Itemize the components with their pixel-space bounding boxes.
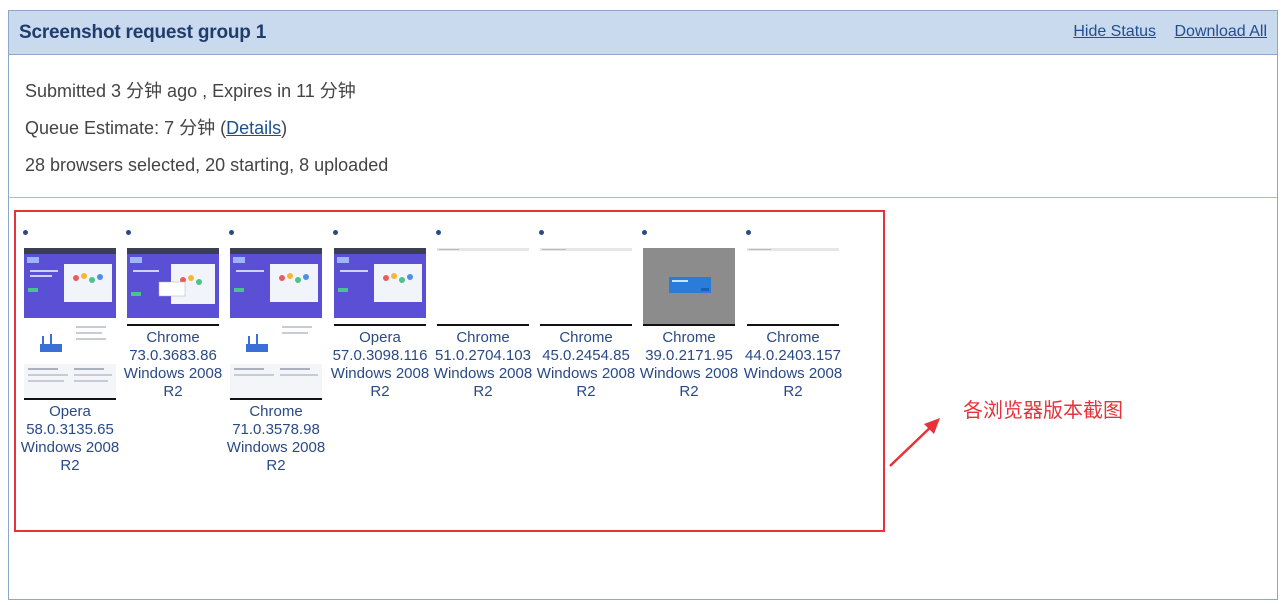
screenshot-label[interactable]: Chrome 45.0.2454.85 Windows 2008 R2 bbox=[534, 329, 638, 401]
group-title: Screenshot request group 1 bbox=[19, 22, 267, 43]
screenshot-thumbnail[interactable] bbox=[643, 248, 735, 326]
status-dot-icon bbox=[23, 230, 28, 235]
screenshot-label[interactable]: Chrome 51.0.2704.103 Windows 2008 R2 bbox=[431, 329, 535, 401]
request-info: Submitted 3 分钟 ago , Expires in 11 分钟 Qu… bbox=[25, 79, 388, 190]
screenshot-label[interactable]: Chrome 71.0.3578.98 Windows 2008 R2 bbox=[224, 403, 328, 475]
details-link[interactable]: Details bbox=[226, 118, 281, 138]
status-dot-icon bbox=[436, 230, 441, 235]
screenshot-label[interactable]: Chrome 73.0.3683.86 Windows 2008 R2 bbox=[121, 329, 225, 401]
annotation-text: 各浏览器版本截图 bbox=[963, 398, 1123, 422]
annotation-arrow-icon bbox=[889, 418, 940, 467]
download-all-link[interactable]: Download All bbox=[1175, 23, 1268, 40]
submitted-text: Submitted 3 分钟 ago , Expires in 11 分钟 bbox=[25, 81, 356, 101]
screenshot-thumbnail[interactable] bbox=[747, 248, 839, 326]
screenshot-thumbnail[interactable] bbox=[127, 248, 219, 326]
panel-header: Screenshot request group 1 Hide Status D… bbox=[9, 11, 1277, 55]
screenshot-label[interactable]: Opera 57.0.3098.116 Windows 2008 R2 bbox=[328, 329, 432, 401]
screenshot-thumbnail[interactable] bbox=[230, 248, 322, 400]
status-dot-icon bbox=[229, 230, 234, 235]
screenshot-thumbnail[interactable] bbox=[540, 248, 632, 326]
status-dot-icon bbox=[333, 230, 338, 235]
screenshot-label[interactable]: Chrome 39.0.2171.95 Windows 2008 R2 bbox=[637, 329, 741, 401]
header-actions: Hide Status Download All bbox=[1059, 23, 1267, 41]
screenshot-thumbnail[interactable] bbox=[334, 248, 426, 326]
screenshot-thumbnail[interactable] bbox=[437, 248, 529, 326]
screenshot-label[interactable]: Opera 58.0.3135.65 Windows 2008 R2 bbox=[18, 403, 122, 475]
screenshot-label[interactable]: Chrome 44.0.2403.157 Windows 2008 R2 bbox=[741, 329, 845, 401]
section-divider bbox=[9, 197, 1277, 198]
status-dot-icon bbox=[539, 230, 544, 235]
status-dot-icon bbox=[126, 230, 131, 235]
status-dot-icon bbox=[746, 230, 751, 235]
queue-estimate: Queue Estimate: 7 分钟 (Details) bbox=[25, 116, 388, 153]
hide-status-link[interactable]: Hide Status bbox=[1073, 23, 1156, 40]
browser-status-text: 28 browsers selected, 20 starting, 8 upl… bbox=[25, 155, 389, 175]
queue-estimate-text: Queue Estimate: 7 分钟 ( bbox=[25, 118, 227, 138]
queue-estimate-close: ) bbox=[281, 118, 288, 138]
screenshot-thumbnail[interactable] bbox=[24, 248, 116, 400]
status-dot-icon bbox=[642, 230, 647, 235]
